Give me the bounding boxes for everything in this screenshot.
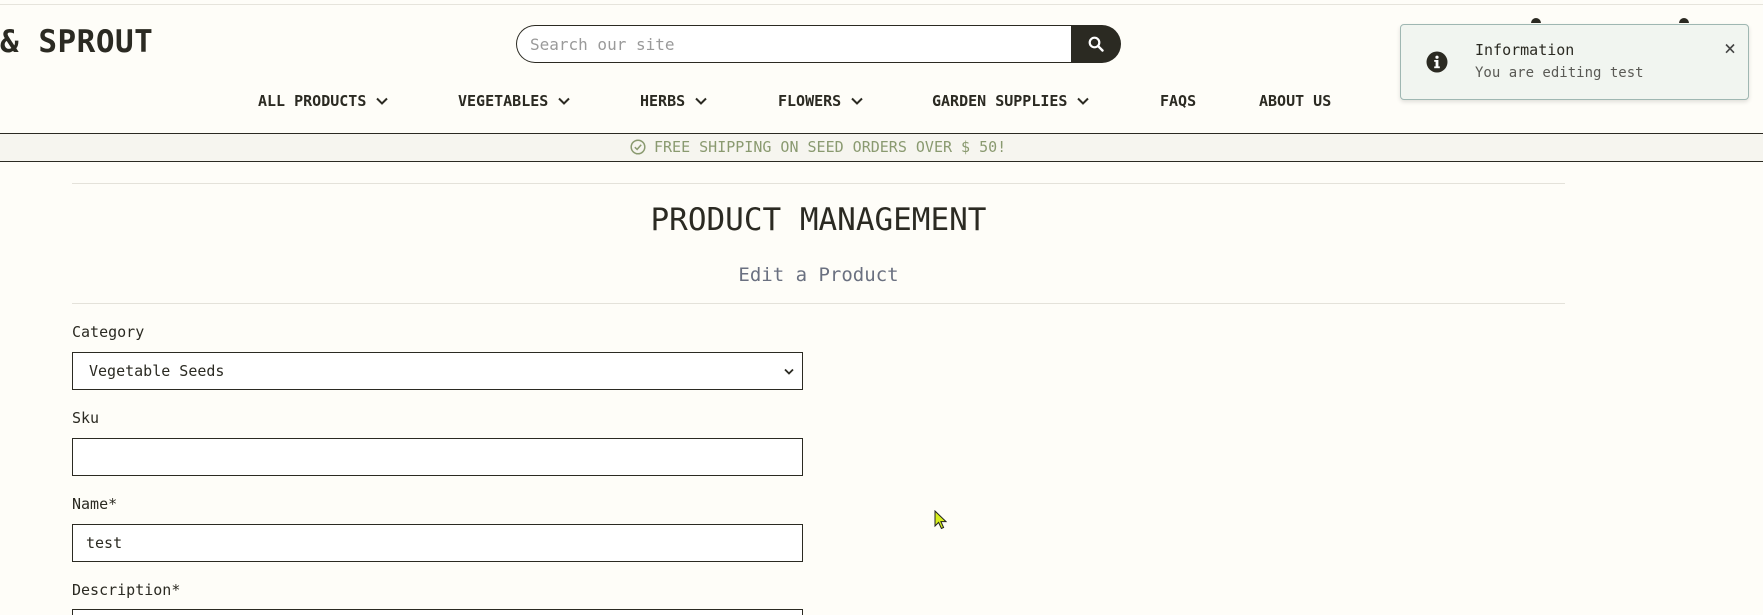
- search-bar: [516, 25, 1121, 63]
- shipping-banner-content: FREE SHIPPING ON SEED ORDERS OVER $ 50!: [630, 138, 1006, 156]
- nav-item-vegetables[interactable]: VEGETABLES: [458, 92, 571, 110]
- info-toast: Information You are editing test ×: [1400, 24, 1749, 100]
- search-icon: [1088, 36, 1104, 52]
- account-icon[interactable]: [1531, 18, 1541, 23]
- divider: [72, 183, 1565, 184]
- mouse-cursor-icon: [934, 510, 948, 530]
- category-select[interactable]: Vegetable Seeds: [72, 352, 803, 390]
- chevron-down-icon: [376, 97, 389, 105]
- chevron-down-icon: [558, 97, 571, 105]
- search-button[interactable]: [1071, 25, 1121, 63]
- category-select-value: Vegetable Seeds: [89, 362, 225, 380]
- nav-item-faqs[interactable]: FAQS: [1160, 92, 1196, 110]
- name-label: Name*: [72, 495, 118, 513]
- toast-message: You are editing test: [1475, 65, 1644, 81]
- name-field[interactable]: test: [72, 524, 803, 562]
- top-strip: [0, 0, 1763, 5]
- nav-item-about-us[interactable]: ABOUT US: [1259, 92, 1331, 110]
- nav-item-label: FAQS: [1160, 92, 1197, 110]
- nav-item-garden-supplies[interactable]: GARDEN SUPPLIES: [932, 92, 1090, 110]
- nav-item-label: FLOWERS: [778, 92, 842, 110]
- nav-item-label: ALL PRODUCTS: [258, 92, 367, 110]
- nav-item-flowers[interactable]: FLOWERS: [778, 92, 863, 110]
- name-field-value: test: [86, 534, 123, 552]
- description-field[interactable]: [72, 609, 803, 615]
- description-label: Description*: [72, 581, 181, 599]
- sku-field[interactable]: [72, 438, 803, 476]
- toast-title: Information: [1475, 41, 1575, 59]
- page-title: PRODUCT MANAGEMENT: [650, 202, 987, 238]
- site-logo[interactable]: & SPROUT: [0, 24, 153, 60]
- chevron-down-icon: [784, 368, 794, 375]
- divider: [72, 303, 1565, 304]
- chevron-down-icon: [695, 97, 707, 105]
- chevron-down-icon: [851, 97, 863, 105]
- category-label: Category: [72, 323, 145, 341]
- chevron-down-icon: [1077, 97, 1090, 105]
- search-input[interactable]: [516, 25, 1071, 63]
- nav-item-label: HERBS: [640, 92, 686, 110]
- nav-item-all-products[interactable]: ALL PRODUCTS: [258, 92, 389, 110]
- nav-item-label: ABOUT US: [1259, 92, 1332, 110]
- page-subtitle: Edit a Product: [738, 264, 899, 286]
- check-circle-icon: [630, 139, 646, 155]
- page: & SPROUT ALL PRODUCTS VEGETABLES HERBS F…: [0, 0, 1763, 615]
- cart-icon[interactable]: [1679, 18, 1689, 23]
- info-icon: [1426, 51, 1448, 73]
- nav-item-label: GARDEN SUPPLIES: [932, 92, 1068, 110]
- shipping-banner-text: FREE SHIPPING ON SEED ORDERS OVER $ 50!: [654, 138, 1007, 156]
- nav-item-label: VEGETABLES: [458, 92, 549, 110]
- close-icon[interactable]: ×: [1724, 38, 1736, 58]
- sku-label: Sku: [72, 409, 100, 427]
- nav-item-herbs[interactable]: HERBS: [640, 92, 707, 110]
